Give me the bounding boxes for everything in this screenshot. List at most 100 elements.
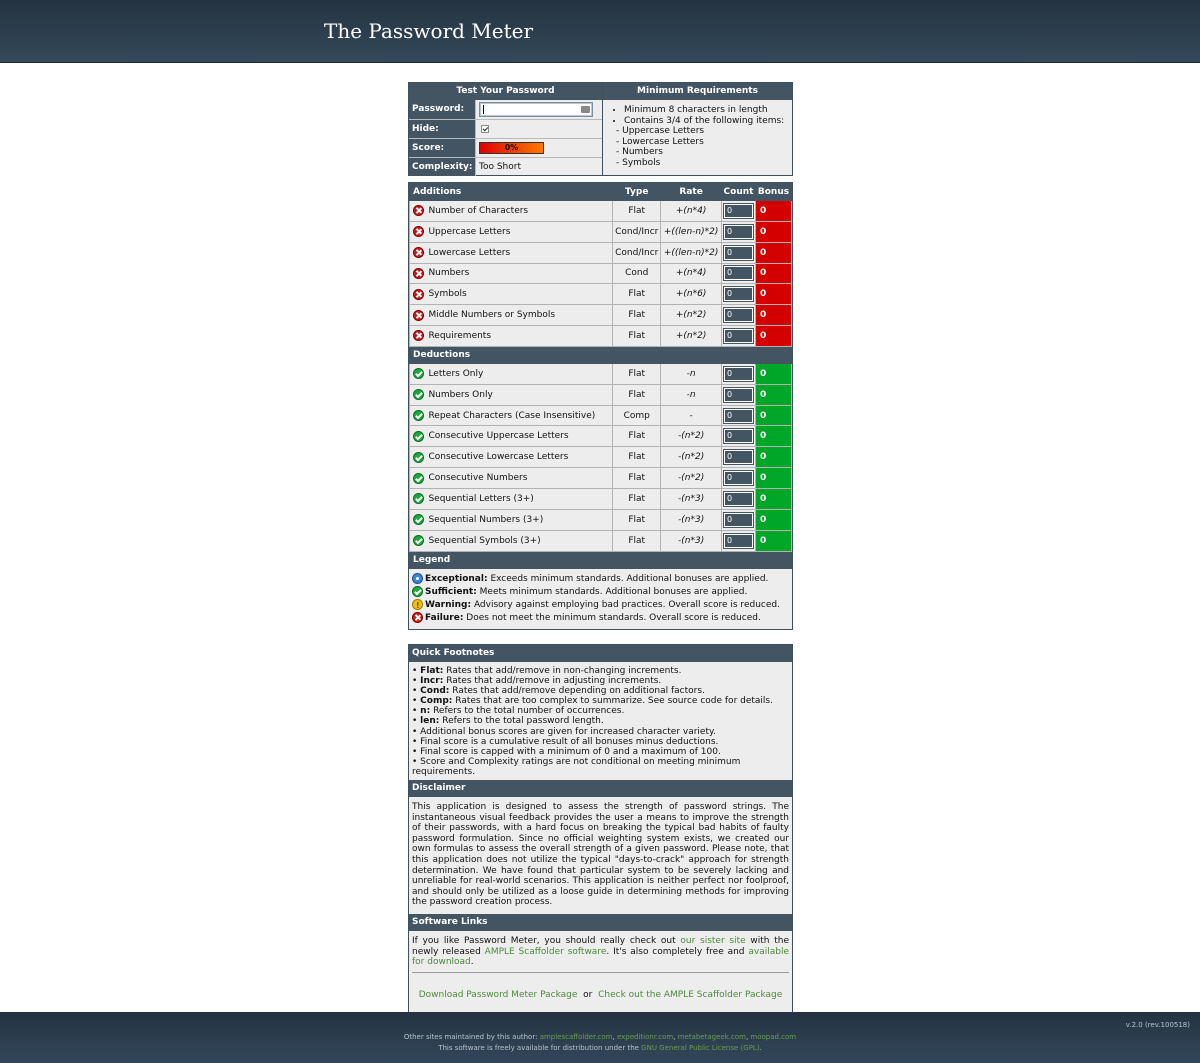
- status-icon-cell: [409, 529, 427, 552]
- criterion-type: Cond: [612, 262, 662, 285]
- hide-checkbox[interactable]: [481, 125, 489, 133]
- count-cell: 0: [721, 304, 756, 327]
- count-value: 0: [722, 327, 754, 344]
- rate-heading: Rate: [660, 183, 722, 201]
- criterion-name: Symbols: [426, 283, 614, 306]
- password-input[interactable]: [479, 102, 593, 117]
- bonus-value: 0: [754, 304, 793, 327]
- status-icon-cell: [409, 200, 427, 222]
- site-link[interactable]: moopad.com: [750, 1033, 796, 1041]
- count-cell: 0: [721, 325, 756, 347]
- site-header: The Password Meter: [0, 0, 1200, 63]
- criterion-type: Cond/Incr: [612, 220, 662, 243]
- test-panel: Test Your Password Password: Hide: Score…: [408, 82, 793, 176]
- disclaimer-title: Disclaimer: [409, 780, 792, 798]
- criterion-rate: -n: [660, 362, 722, 385]
- keyboard-icon: [581, 106, 590, 113]
- failure-icon: [412, 288, 424, 300]
- criterion-name: Requirements: [426, 325, 614, 347]
- criterion-name: Numbers Only: [426, 383, 614, 406]
- footnote-item: • len: Refers to the total password leng…: [412, 716, 604, 727]
- requirement-item: Contains 3/4 of the following items:: [624, 116, 792, 127]
- software-links-text: If you like Password Meter, you should r…: [412, 935, 789, 968]
- test-your-password-section: Test Your Password Password: Hide: Score…: [409, 83, 603, 176]
- criterion-type: Flat: [612, 200, 662, 222]
- footnote-item: • Score and Complexity ratings are not c…: [412, 756, 741, 777]
- status-icon-cell: [409, 362, 427, 385]
- criterion-type: Flat: [612, 529, 662, 552]
- criterion-name: Sequential Numbers (3+): [426, 508, 614, 531]
- count-cell: 0: [721, 467, 756, 489]
- gpl-license-link[interactable]: GNU General Public License (GPL): [641, 1044, 759, 1052]
- criterion-name: Consecutive Numbers: [426, 467, 614, 489]
- legend-item-exceptional: Exceptional: Exceeds minimum standards. …: [412, 572, 790, 586]
- score-row: Uppercase Letters Cond/Incr +((len-n)*2) 0 0: [409, 220, 793, 243]
- count-cell: 0: [721, 529, 756, 552]
- legend-item-sufficient: Sufficient: Meets minimum standards. Add…: [412, 585, 790, 599]
- download-links: Download Password Meter Package or Check…: [412, 971, 789, 1012]
- score-row: Consecutive Numbers Flat -(n*2) 0 0: [409, 467, 793, 489]
- count-cell: 0: [721, 446, 756, 469]
- status-icon-cell: [409, 383, 427, 406]
- check-icon: [412, 410, 424, 422]
- requirement-item: Minimum 8 characters in length: [624, 105, 792, 116]
- bonus-value: 0: [754, 529, 793, 552]
- test-section-title: Test Your Password: [409, 83, 602, 100]
- footnotes-title: Quick Footnotes: [409, 645, 792, 662]
- count-cell: 0: [721, 487, 756, 510]
- criterion-type: Comp: [612, 404, 662, 427]
- criterion-name: Consecutive Lowercase Letters: [426, 446, 614, 469]
- exceptional-icon: [412, 572, 423, 584]
- type-heading: Type: [612, 183, 662, 201]
- hide-label: Hide:: [409, 120, 475, 138]
- status-icon-cell: [409, 425, 427, 448]
- count-cell: 0: [721, 220, 756, 243]
- site-link[interactable]: metabetageek.com: [678, 1033, 746, 1041]
- bonus-value: 0: [754, 467, 793, 489]
- criterion-rate: +((len-n)*2): [660, 241, 722, 264]
- legend-item-failure: Failure: Does not meet the minimum stand…: [412, 612, 790, 625]
- criterion-name: Repeat Characters (Case Insensitive): [426, 404, 614, 427]
- failure-icon: [412, 330, 424, 342]
- legend-item-warning: Warning: Advisory against employing bad …: [412, 598, 790, 612]
- criterion-name: Letters Only: [426, 362, 614, 385]
- count-value: 0: [722, 490, 754, 507]
- legend-heading: Legend: [409, 550, 792, 569]
- criterion-type: Flat: [612, 425, 662, 448]
- footnote-item: • Final score is capped with a minimum o…: [412, 746, 721, 757]
- count-value: 0: [722, 449, 754, 466]
- count-value: 0: [722, 365, 754, 382]
- criterion-rate: -(n*3): [660, 508, 722, 531]
- ample-scaffolder-link[interactable]: AMPLE Scaffolder software: [485, 947, 607, 957]
- criterion-type: Flat: [612, 283, 662, 306]
- criterion-rate: +((len-n)*2): [660, 220, 722, 243]
- count-value: 0: [722, 428, 754, 445]
- bonus-value: 0: [754, 362, 793, 385]
- sister-site-link[interactable]: our sister site: [680, 936, 745, 946]
- status-icon-cell: [409, 446, 427, 469]
- criterion-rate: +(n*2): [660, 325, 722, 347]
- failure-icon: [412, 267, 424, 279]
- check-icon: [412, 389, 424, 401]
- version-text: v.2.0 (rev.100518): [1125, 1021, 1190, 1029]
- footnote-item: • Incr: Rates that add/remove in adjusti…: [412, 676, 662, 687]
- failure-icon: [412, 205, 424, 217]
- criterion-rate: -(n*2): [660, 467, 722, 489]
- requirement-subitem: - Symbols: [616, 157, 661, 168]
- criterion-rate: -: [660, 404, 722, 427]
- check-icon: [412, 493, 424, 505]
- ample-scaffolder-package-link[interactable]: Check out the AMPLE Scaffolder Package: [598, 990, 782, 1000]
- site-link[interactable]: expeditionr.com: [617, 1033, 673, 1041]
- complexity-label: Complexity:: [409, 158, 475, 176]
- site-link[interactable]: amplescaffolder.com: [540, 1033, 613, 1041]
- requirement-subitem: - Uppercase Letters: [616, 126, 705, 137]
- status-icon-cell: [409, 304, 427, 327]
- footnote-item: • Flat: Rates that add/remove in non-cha…: [412, 666, 682, 676]
- count-value: 0: [722, 202, 754, 219]
- bonus-value: 0: [754, 508, 793, 531]
- count-value: 0: [722, 511, 754, 528]
- bonus-value: 0: [754, 446, 793, 469]
- count-value: 0: [722, 532, 754, 549]
- count-value: 0: [722, 223, 754, 240]
- download-password-meter-link[interactable]: Download Password Meter Package: [419, 990, 578, 1000]
